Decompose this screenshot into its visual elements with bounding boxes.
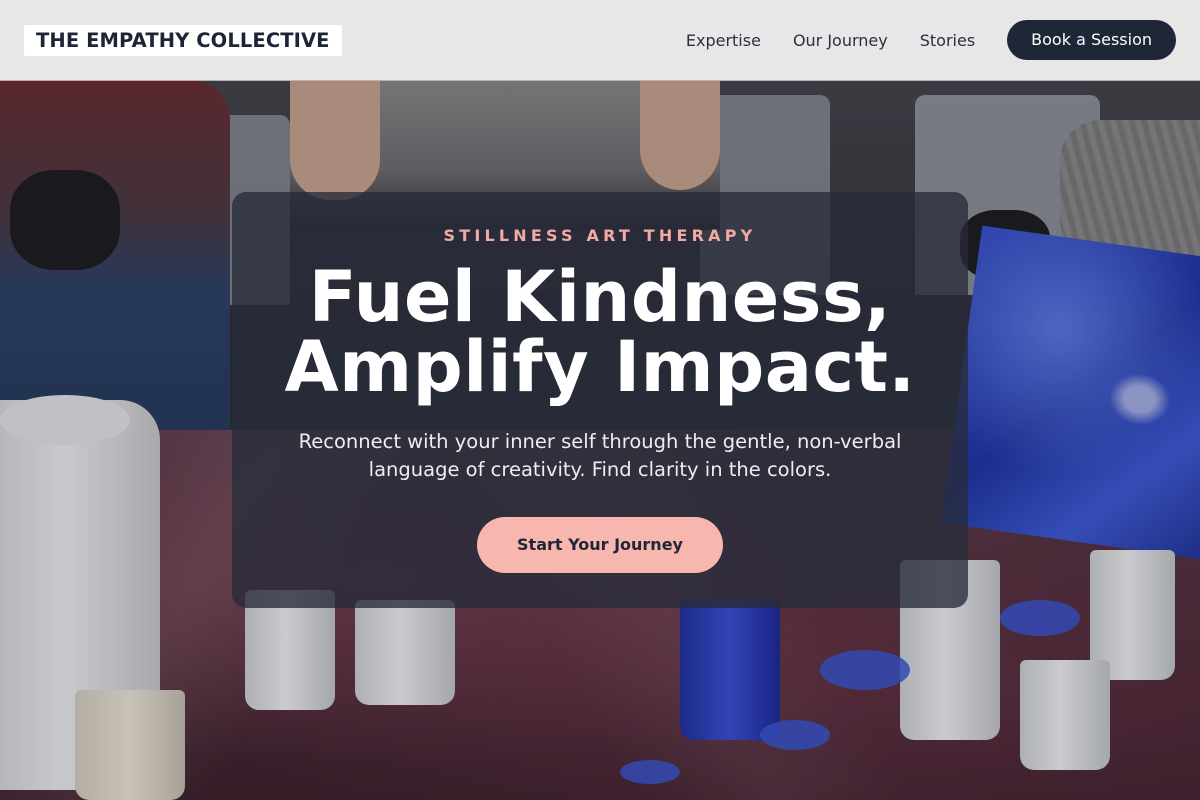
hero-headline-line-1: Fuel Kindness,: [308, 256, 892, 338]
hero-eyebrow: STILLNESS ART THERAPY: [443, 226, 757, 245]
hero-headline-line-2: Amplify Impact.: [284, 326, 916, 408]
nav-link-expertise[interactable]: Expertise: [686, 31, 761, 50]
brand-logo[interactable]: THE EMPATHY COLLECTIVE: [24, 24, 342, 56]
site-header: THE EMPATHY COLLECTIVE Expertise Our Jou…: [0, 0, 1200, 81]
nav-link-our-journey[interactable]: Our Journey: [793, 31, 888, 50]
hero-headline: Fuel Kindness, Amplify Impact.: [232, 262, 968, 402]
hero-card: STILLNESS ART THERAPY Fuel Kindness, Amp…: [232, 192, 968, 608]
main-nav: Expertise Our Journey Stories Book a Ses…: [686, 20, 1176, 60]
hero-subtext: Reconnect with your inner self through t…: [298, 430, 902, 481]
nav-link-stories[interactable]: Stories: [920, 31, 975, 50]
start-journey-button[interactable]: Start Your Journey: [477, 517, 723, 573]
book-session-button[interactable]: Book a Session: [1007, 20, 1176, 60]
